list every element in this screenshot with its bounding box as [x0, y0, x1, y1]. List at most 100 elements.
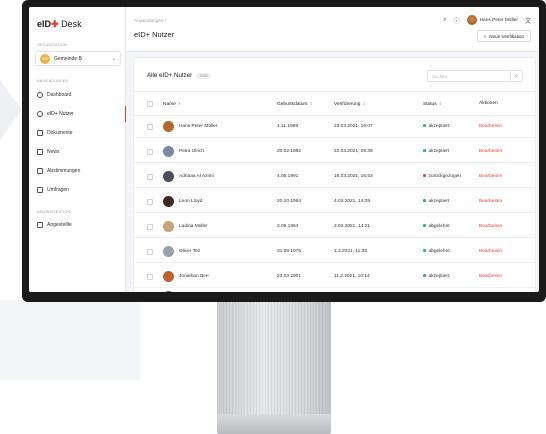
sort-icon: ⇕: [309, 101, 313, 106]
status-dot-icon: [423, 274, 426, 277]
column-verification-label: Verifizierung: [334, 102, 361, 107]
sort-icon: ⇕: [177, 101, 182, 106]
sidebar-item-surveys[interactable]: Umfragen: [29, 182, 126, 198]
status-badge: akzeptiert: [423, 274, 449, 279]
sidebar-item-votes[interactable]: Abstimmungen: [29, 163, 126, 179]
vote-icon: [37, 168, 43, 174]
column-actions: Aktionen: [479, 101, 498, 106]
user-name-cell[interactable]: Hans Peter Müller: [179, 124, 217, 129]
edit-link[interactable]: Bearbeiten: [479, 149, 502, 154]
column-status[interactable]: Status ⇕: [423, 101, 442, 107]
edit-link[interactable]: Bearbeiten: [479, 174, 502, 179]
row-checkbox[interactable]: [147, 124, 153, 130]
card-title: Alle eID+ Nutzer 7932: [147, 72, 211, 79]
user-name[interactable]: Hans Peter Müller: [480, 18, 518, 23]
sidebar-item-employees[interactable]: Angestellte: [29, 217, 126, 233]
status-label: akzeptiert: [428, 199, 450, 204]
row-checkbox[interactable]: [147, 274, 153, 280]
verification-cell: 22.03.2021, 09:39: [334, 149, 373, 154]
translate-icon[interactable]: 文: [525, 16, 531, 25]
status-dot-icon: [423, 224, 426, 227]
verification-cell: 1.3.2021, 11:33: [334, 249, 367, 254]
plus-icon: +: [483, 33, 487, 39]
edit-link[interactable]: Bearbeiten: [479, 224, 502, 229]
avatar[interactable]: [466, 15, 477, 25]
org-selector[interactable]: GB Gemeinde B ⌄: [35, 51, 121, 66]
status-dot-icon: [423, 124, 426, 127]
sidebar-item-label: Dokumente: [47, 130, 73, 136]
status-dot-icon: [423, 199, 426, 202]
select-all-checkbox[interactable]: [147, 101, 153, 107]
status-label: abgelehnt: [428, 249, 450, 254]
search-field: ⌕: [427, 70, 523, 82]
user-name-cell[interactable]: Leon Lloyd: [179, 199, 202, 204]
status-label: zurückgezogen: [428, 174, 462, 179]
brand-name: eID: [37, 19, 52, 29]
sidebar-item-label: eID+ Nutzer: [47, 111, 74, 117]
background-block-shape: [0, 300, 140, 380]
search-icon[interactable]: ⌕: [443, 17, 446, 24]
row-checkbox[interactable]: [147, 149, 153, 155]
column-birthdate[interactable]: Geburtsdatum ⇕: [277, 101, 313, 107]
sidebar-item-documents[interactable]: Dokumente: [29, 125, 126, 141]
table-row[interactable]: Hans Peter Müller 1.11.1989 23.03.2021, 16…: [134, 116, 535, 138]
background-arrow-shape: [0, 80, 22, 140]
monitor-icon: [37, 222, 43, 228]
sidebar: eID✚ Desk ORGANISATION GB Gemeinde B ⌄ A…: [29, 7, 126, 292]
sidebar-item-news[interactable]: News: [29, 144, 126, 160]
help-icon[interactable]: ⓘ: [454, 16, 460, 25]
avatar: [163, 171, 174, 182]
user-name-cell[interactable]: Jonathan Bee: [179, 274, 209, 279]
status-label: abgelehnt: [428, 224, 450, 229]
row-checkbox[interactable]: [147, 224, 153, 230]
table-row[interactable]: Petra Ulrich 20.02.1982 22.03.2021, 09:39 a…: [134, 141, 535, 163]
sidebar-item-dashboard[interactable]: Dashboard: [29, 87, 126, 103]
row-checkbox[interactable]: [147, 199, 153, 205]
page-title: eID+ Nutzer: [134, 30, 175, 39]
column-name[interactable]: Name ⇕: [163, 101, 181, 107]
status-label: akzeptiert: [428, 274, 450, 279]
status-label: akzeptiert: [428, 124, 450, 129]
avatar: [163, 246, 174, 257]
edit-link[interactable]: Bearbeiten: [479, 249, 502, 254]
user-name-cell[interactable]: Petra Ulrich: [179, 149, 204, 154]
column-verification[interactable]: Verifizierung ⇕: [334, 101, 366, 107]
stage: eID✚ Desk ORGANISATION GB Gemeinde B ⌄ A…: [0, 0, 546, 434]
table-row[interactable]: Jonathan Bee 23.03.2001 11.2.2021, 10:14 ak…: [134, 266, 535, 288]
column-birthdate-label: Geburtsdatum: [277, 102, 308, 107]
avatar: [163, 291, 174, 292]
document-icon: [37, 130, 43, 136]
user-name-cell[interactable]: Ladina Müller: [179, 224, 208, 229]
column-name-label: Name: [163, 102, 176, 107]
brand-plus-mark: ✚: [51, 19, 62, 29]
search-icon[interactable]: ⌕: [510, 71, 522, 81]
edit-link[interactable]: Bearbeiten: [479, 274, 502, 279]
sidebar-item-label: Umfragen: [47, 187, 69, 193]
table-header: Name ⇕ Geburtsdatum ⇕ Verifizierung ⇕ Statu…: [134, 92, 535, 116]
user-name-cell[interactable]: Adriaaa Al Azimi: [179, 174, 214, 179]
users-icon: [37, 111, 43, 117]
monitor-stand: [217, 302, 331, 414]
org-name: Gemeinde B: [54, 55, 82, 62]
new-verification-button[interactable]: + Neue Verifikation: [476, 30, 531, 42]
status-badge: akzeptiert: [423, 149, 449, 154]
app-logo[interactable]: eID✚ Desk: [37, 19, 82, 30]
edit-link[interactable]: Bearbeiten: [479, 124, 502, 129]
breadcrumb[interactable]: Anwendungen /: [134, 18, 166, 23]
sort-icon: ⇕: [438, 101, 442, 106]
table-row[interactable]: Adriaaa Al Azimi 4.05.1991 16.03.2021, 16:…: [134, 166, 535, 188]
admin-section-label: ADMINISTRATION: [37, 210, 71, 214]
table-row[interactable]: Ladina Müller 3.09.1964 2.02.2021, 14:21 ab…: [134, 216, 535, 238]
user-name-cell[interactable]: Oliver Tez: [179, 249, 200, 254]
avatar: [163, 271, 174, 282]
avatar: [163, 146, 174, 157]
sidebar-item-eid-users[interactable]: eID+ Nutzer: [29, 106, 126, 122]
search-input[interactable]: [428, 73, 510, 79]
row-checkbox[interactable]: [147, 174, 153, 180]
table-row[interactable]: Leon Lloyd 20.10.1994 4.03.2021, 14:39 akze…: [134, 191, 535, 213]
row-checkbox[interactable]: [147, 249, 153, 255]
table-row[interactable]: Oliver Tez 31.08.1976 1.3.2021, 11:33 abgel…: [134, 241, 535, 263]
status-dot-icon: [423, 149, 426, 152]
edit-link[interactable]: Bearbeiten: [479, 199, 502, 204]
sidebar-item-label: News: [47, 149, 60, 155]
